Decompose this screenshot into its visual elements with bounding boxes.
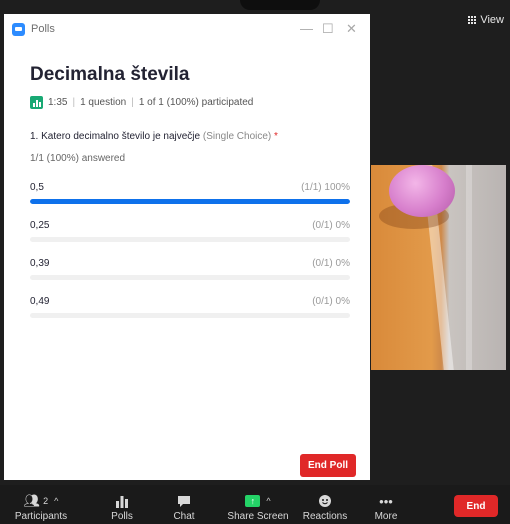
reactions-label: Reactions: [302, 511, 348, 522]
question-label: 1. Katero decimalno število je največje: [30, 131, 201, 142]
option-bar-track: [30, 237, 350, 242]
required-marker: *: [274, 131, 278, 142]
participants-icon: 👥︎: [23, 493, 41, 508]
share-screen-button[interactable]: ↑ ^ Share Screen: [222, 485, 294, 524]
zoom-logo-icon: [12, 22, 25, 36]
option-label: 0,25: [30, 220, 50, 231]
view-button[interactable]: View: [467, 14, 504, 26]
end-poll-button[interactable]: End Poll: [300, 454, 356, 477]
poll-participation: 1 of 1 (100%) participated: [138, 97, 254, 108]
polls-window: Polls — ☐ ✕ Decimalna števila 1:35 | 1 q…: [4, 14, 370, 480]
option-result: (1/1) 100%: [301, 182, 350, 193]
top-notch: [240, 0, 320, 10]
meeting-toolbar: 👥︎ 2 ^ Participants Polls Chat ↑ ^ Share Sc…: [0, 485, 510, 524]
chat-icon: [177, 491, 191, 511]
more-icon: •••: [379, 493, 393, 509]
meta-separator: |: [131, 97, 134, 108]
share-screen-label: Share Screen: [227, 511, 289, 522]
option-result: (0/1) 0%: [312, 258, 350, 269]
participants-button[interactable]: 👥︎ 2 ^ Participants: [6, 485, 76, 524]
question-type: (Single Choice): [202, 131, 272, 142]
meta-separator: |: [72, 97, 76, 108]
poll-options: 0,5 (1/1) 100% 0,25 (0/1) 0% 0,39 (0/1) 0% …: [30, 182, 370, 318]
option-bar-track: [30, 313, 350, 318]
option-bar-track: [30, 275, 350, 280]
end-meeting-button[interactable]: End: [454, 495, 498, 517]
minimize-button[interactable]: —: [300, 22, 313, 35]
answered-count: 1/1 (100%) answered: [30, 153, 126, 164]
option-label: 0,39: [30, 258, 50, 269]
participant-video-tile[interactable]: [371, 165, 506, 370]
poll-title: Decimalna števila: [30, 64, 190, 85]
option-label: 0,49: [30, 296, 50, 307]
video-highlight: [466, 165, 472, 370]
more-button[interactable]: ••• More: [368, 485, 404, 524]
poll-duration: 1:35: [48, 97, 68, 108]
poll-option: 0,25 (0/1) 0%: [30, 220, 350, 242]
question-text: 1. Katero decimalno število je največje …: [30, 131, 370, 142]
option-bar-fill: [30, 199, 350, 204]
reactions-icon: [318, 491, 332, 511]
ball-image: [389, 165, 455, 217]
polls-label: Polls: [111, 511, 133, 522]
participant-count: 2: [43, 496, 49, 506]
option-result: (0/1) 0%: [312, 220, 350, 231]
chevron-up-icon[interactable]: ^: [266, 496, 270, 506]
poll-question-count: 1 question: [80, 97, 127, 108]
window-title: Polls: [31, 23, 55, 35]
share-screen-icon: ↑: [245, 495, 261, 507]
more-label: More: [374, 511, 398, 522]
maximize-button[interactable]: ☐: [322, 22, 334, 35]
poll-option: 0,49 (0/1) 0%: [30, 296, 350, 318]
window-titlebar[interactable]: Polls — ☐ ✕: [4, 14, 370, 44]
chevron-up-icon[interactable]: ^: [54, 496, 58, 506]
participants-label: Participants: [14, 511, 68, 522]
close-button[interactable]: ✕: [346, 22, 357, 35]
polls-button[interactable]: Polls: [102, 485, 142, 524]
option-label: 0,5: [30, 182, 44, 193]
chat-button[interactable]: Chat: [164, 485, 204, 524]
poll-meta: 1:35 | 1 question | 1 of 1 (100%) partic…: [30, 96, 370, 109]
option-bar-track: [30, 199, 350, 204]
poll-option: 0,39 (0/1) 0%: [30, 258, 350, 280]
poll-option: 0,5 (1/1) 100%: [30, 182, 350, 204]
chat-label: Chat: [173, 511, 195, 522]
reactions-button[interactable]: Reactions: [300, 485, 350, 524]
polls-icon: [115, 491, 129, 511]
poll-results-icon: [30, 96, 43, 109]
grid-view-icon: [467, 16, 476, 25]
view-label: View: [480, 14, 504, 26]
option-result: (0/1) 0%: [312, 296, 350, 307]
